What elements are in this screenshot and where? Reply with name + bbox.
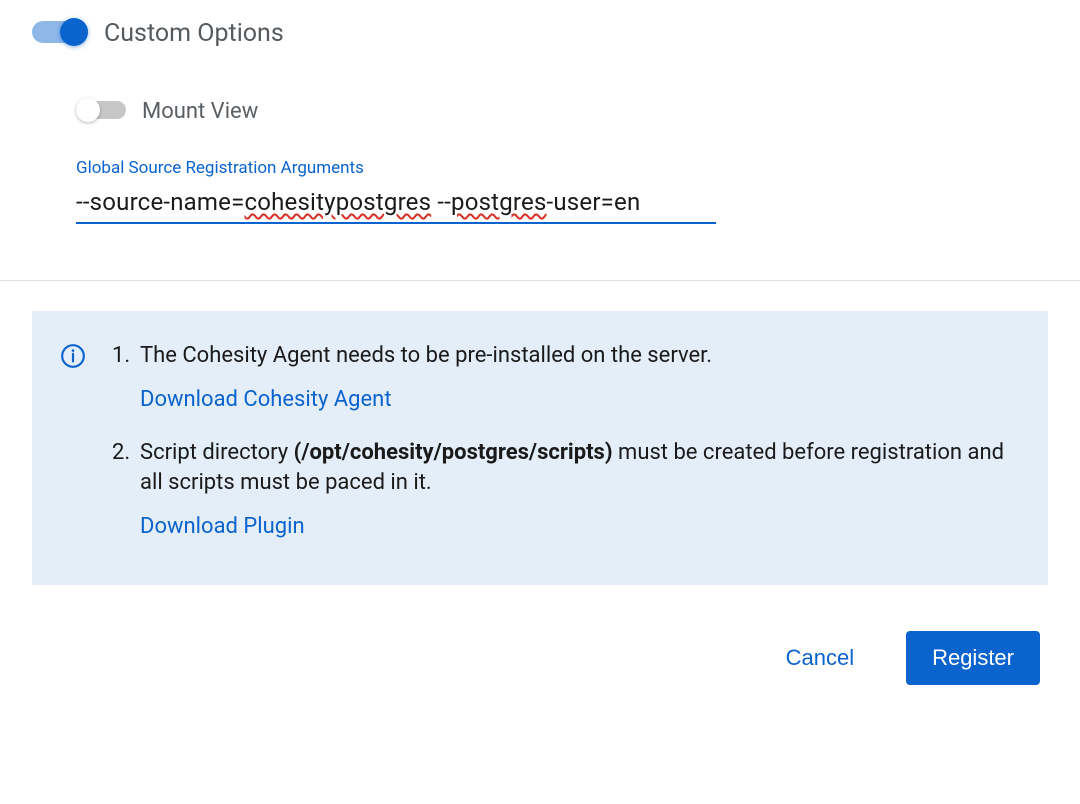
download-plugin-link[interactable]: Download Plugin [140, 512, 305, 542]
global-args-label: Global Source Registration Arguments [76, 158, 716, 178]
info-icon [60, 343, 86, 369]
mount-view-row: Mount View [76, 98, 1048, 124]
global-args-input[interactable]: --source-name=cohesitypostgres --postgre… [76, 184, 716, 224]
custom-options-label: Custom Options [104, 19, 284, 48]
info-item-text-bold: (/opt/cohesity/postgres/scripts) [294, 440, 613, 465]
info-list: 1. The Cohesity Agent needs to be pre-in… [112, 341, 1008, 541]
footer-actions: Cancel Register [0, 585, 1080, 685]
info-item-text: The Cohesity Agent needs to be pre-insta… [140, 343, 712, 368]
mount-view-toggle[interactable] [76, 98, 126, 124]
download-agent-link[interactable]: Download Cohesity Agent [140, 385, 392, 415]
info-item-number: 2. [112, 438, 140, 541]
custom-options-row: Custom Options [32, 18, 1048, 48]
info-item-body: Script directory (/opt/cohesity/postgres… [140, 438, 1008, 541]
info-item-1: 1. The Cohesity Agent needs to be pre-in… [112, 341, 1008, 414]
info-item-number: 1. [112, 341, 140, 414]
register-button[interactable]: Register [906, 631, 1040, 685]
global-args-field: Global Source Registration Arguments --s… [76, 158, 716, 224]
cancel-button[interactable]: Cancel [782, 637, 858, 679]
info-item-2: 2. Script directory (/opt/cohesity/postg… [112, 438, 1008, 541]
toggle-thumb [60, 18, 88, 46]
mount-view-label: Mount View [142, 99, 258, 124]
info-item-body: The Cohesity Agent needs to be pre-insta… [140, 341, 1008, 414]
section-divider [0, 280, 1080, 281]
info-box: 1. The Cohesity Agent needs to be pre-in… [32, 311, 1048, 585]
info-item-text-pre: Script directory [140, 440, 294, 465]
toggle-thumb [76, 98, 100, 122]
custom-options-toggle[interactable] [32, 18, 88, 48]
